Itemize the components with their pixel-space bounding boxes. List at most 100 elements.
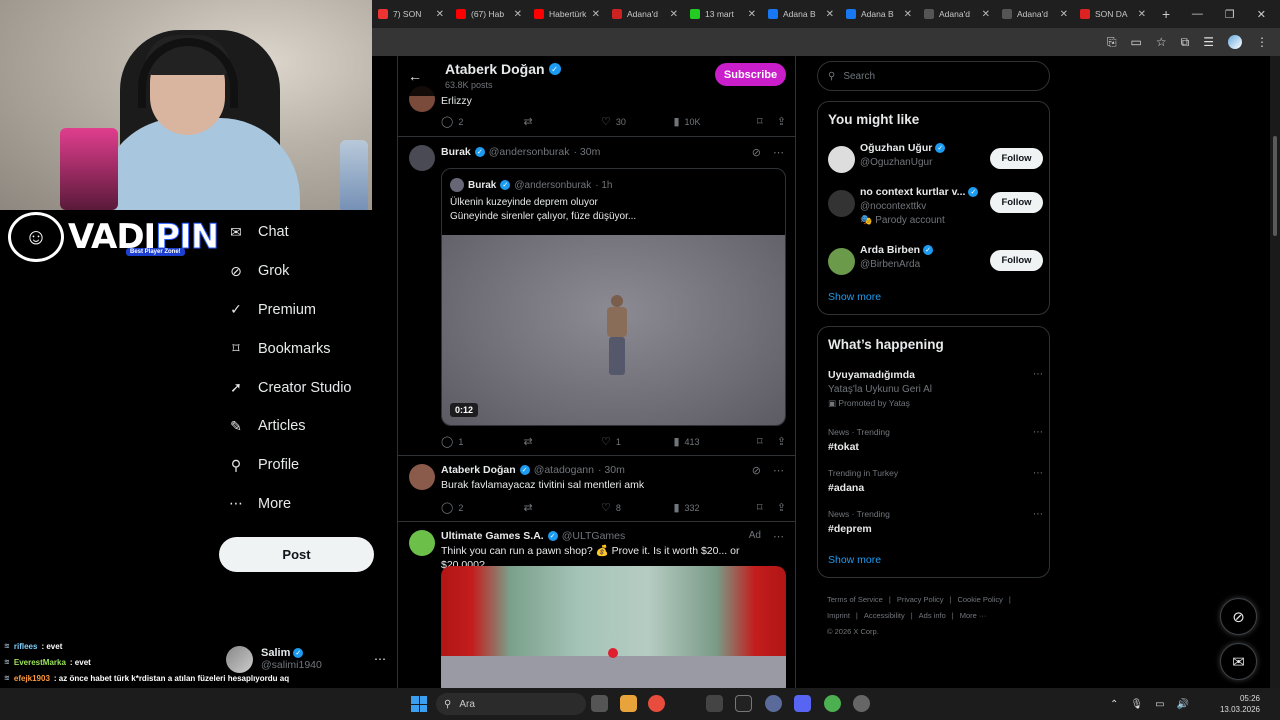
browser-tab[interactable]: Adana'd ✕ <box>606 0 684 28</box>
reply-button[interactable]: ◯ 2 <box>441 115 523 128</box>
extensions-icon[interactable]: ⧉ <box>1181 35 1190 50</box>
views-button[interactable]: ▮ 413 <box>673 435 756 448</box>
taskbar-search[interactable]: ⚲ Ara <box>436 693 586 715</box>
post-time[interactable]: · 30m <box>573 146 600 158</box>
trend-more-icon[interactable]: ⋯ <box>1033 468 1043 479</box>
search-input[interactable]: ⚲ Search <box>817 61 1050 91</box>
post-author-name[interactable]: Ataberk Doğan <box>441 464 516 476</box>
post-author-handle[interactable]: @atadogann <box>534 464 594 476</box>
who-to-follow-item[interactable]: no context kurtlar v... ✓ @nocontexttkv 🎭 P… <box>828 186 1043 226</box>
quoted-post[interactable]: Burak ✓ @andersonburak · 1h Ülkenin kuze… <box>441 168 786 426</box>
tab-close-icon[interactable]: ✕ <box>982 9 990 20</box>
share-button[interactable]: ⇪ <box>777 115 786 128</box>
nav-item-articles[interactable]: ✎ Articles <box>218 407 388 446</box>
browser-tab[interactable]: Adana'd ✕ <box>918 0 996 28</box>
browser-tab[interactable]: Adana'd ✕ <box>996 0 1074 28</box>
nav-item-grok[interactable]: ⊘ Grok <box>218 252 388 291</box>
cast-icon[interactable]: ▭ <box>1131 35 1142 49</box>
grok-float-button[interactable]: ⊘ <box>1220 598 1257 635</box>
post-button[interactable]: Post <box>219 537 374 572</box>
subscribe-button[interactable]: Subscribe <box>715 63 786 86</box>
bookmark-button[interactable]: ⌑ <box>757 435 777 448</box>
follow-button[interactable]: Follow <box>990 250 1043 271</box>
page-scrollbar[interactable] <box>1270 56 1280 688</box>
browser-tab[interactable]: 7) SON ✕ <box>372 0 450 28</box>
obs-icon[interactable] <box>853 695 870 712</box>
bookmark-button[interactable]: ⌑ <box>757 115 777 128</box>
nav-item-profile[interactable]: ⚲ Profile <box>218 446 388 485</box>
footer-link[interactable]: Privacy Policy <box>897 595 944 604</box>
trend-more-icon[interactable]: ⋯ <box>1033 509 1043 520</box>
start-button[interactable] <box>411 696 427 712</box>
post-more-icon[interactable]: ⋯ <box>773 464 784 477</box>
tab-close-icon[interactable]: ✕ <box>1138 9 1146 20</box>
post-author-name[interactable]: Burak <box>441 146 471 158</box>
mic-icon[interactable]: 🎙 <box>1130 699 1143 710</box>
post-author-handle[interactable]: @andersonburak <box>489 146 570 158</box>
post-ataberk[interactable]: Ataberk Doğan ✓ @atadogann · 30m ⊘ ⋯ Bur… <box>398 456 795 522</box>
trend-more-icon[interactable]: ⋯ <box>1033 427 1043 438</box>
network-icon[interactable]: ▭ <box>1155 699 1164 710</box>
nav-item-chat[interactable]: ✉ Chat <box>218 213 388 252</box>
tab-close-icon[interactable]: ✕ <box>748 9 756 20</box>
post-author-name[interactable]: Ultimate Games S.A. <box>441 530 544 542</box>
post-more-icon[interactable]: ⋯ <box>773 530 784 543</box>
share-button[interactable]: ⇪ <box>777 435 786 448</box>
restore-icon[interactable]: ❐ <box>1225 8 1235 21</box>
show-more-trends-link[interactable]: Show more <box>828 554 881 566</box>
show-more-link[interactable]: Show more <box>828 291 881 303</box>
trend-item[interactable]: News · Trending #deprem ⋯ <box>828 509 1043 535</box>
repost-button[interactable]: ⇄ <box>523 501 600 514</box>
who-to-follow-item[interactable]: Oğuzhan Uğur ✓ @OguzhanUgur Follow <box>828 142 1043 180</box>
browser-tab[interactable]: Adana B ✕ <box>840 0 918 28</box>
share-button[interactable]: ⇪ <box>777 501 786 514</box>
follow-button[interactable]: Follow <box>990 148 1043 169</box>
follow-button[interactable]: Follow <box>990 192 1043 213</box>
footer-link[interactable]: Cookie Policy <box>957 595 1002 604</box>
taskview-icon[interactable] <box>591 695 608 712</box>
discord-icon[interactable] <box>794 695 811 712</box>
bookmark-button[interactable]: ⌑ <box>757 501 777 514</box>
trend-item[interactable]: News · Trending #tokat ⋯ <box>828 427 1043 453</box>
settings-icon[interactable] <box>706 695 723 712</box>
reply-button[interactable]: ◯ 1 <box>441 435 523 448</box>
tray-overflow-icon[interactable]: ⌃ <box>1110 699 1118 710</box>
quoted-video[interactable]: 0:12 <box>442 235 785 425</box>
star-icon[interactable]: ☆ <box>1156 35 1167 49</box>
trend-more-icon[interactable]: ⋯ <box>1033 369 1043 380</box>
scrollbar-thumb[interactable] <box>1273 136 1277 236</box>
repost-button[interactable]: ⇄ <box>523 435 600 448</box>
reading-list-icon[interactable]: ☰ <box>1203 35 1214 49</box>
footer-link[interactable]: More ··· <box>960 611 987 620</box>
tab-close-icon[interactable]: ✕ <box>670 9 678 20</box>
browser-tab[interactable]: Adana B ✕ <box>762 0 840 28</box>
like-button[interactable]: ♡ 8 <box>601 501 674 514</box>
tab-close-icon[interactable]: ✕ <box>1060 9 1068 20</box>
browser-tab[interactable]: SON DA ✕ <box>1074 0 1152 28</box>
footer-link[interactable]: Terms of Service <box>827 595 883 604</box>
menu-icon[interactable]: ⋮ <box>1256 35 1268 49</box>
taskbar-clock[interactable]: 05:26 13.03.2026 <box>1206 693 1260 715</box>
who-to-follow-item[interactable]: Arda Birben ✓ @BirbenArda Follow <box>828 244 1043 282</box>
browser-tab[interactable]: (67) Hab ✕ <box>450 0 528 28</box>
ad-media[interactable] <box>441 566 786 688</box>
app-icon[interactable] <box>735 695 752 712</box>
grok-icon[interactable]: ⊘ <box>752 464 761 477</box>
volume-icon[interactable]: 🔊 <box>1177 699 1189 710</box>
new-tab-button[interactable]: + <box>1152 6 1180 22</box>
views-button[interactable]: ▮ 332 <box>673 501 756 514</box>
footer-link[interactable]: Ads info <box>919 611 946 620</box>
file-explorer-icon[interactable] <box>620 695 637 712</box>
translate-icon[interactable]: ⎘ <box>1107 35 1117 50</box>
nav-item-creator-studio[interactable]: ➚ Creator Studio <box>218 368 388 407</box>
nav-item-more[interactable]: ⋯ More <box>218 485 388 524</box>
trend-item[interactable]: Trending in Turkey #adana ⋯ <box>828 468 1043 494</box>
repost-button[interactable]: ⇄ <box>523 115 600 128</box>
grok-icon[interactable]: ⊘ <box>752 146 761 159</box>
views-button[interactable]: ▮ 10K <box>673 115 756 128</box>
browser-tab[interactable]: Habertürk ✕ <box>528 0 606 28</box>
trend-item[interactable]: Uyuyamadığımda Yataş'la Uykunu Geri Al ▣ P… <box>828 369 1043 409</box>
post-time[interactable]: · 30m <box>598 464 625 476</box>
profile-avatar-icon[interactable] <box>1228 35 1242 49</box>
close-window-icon[interactable]: ✕ <box>1257 8 1266 21</box>
